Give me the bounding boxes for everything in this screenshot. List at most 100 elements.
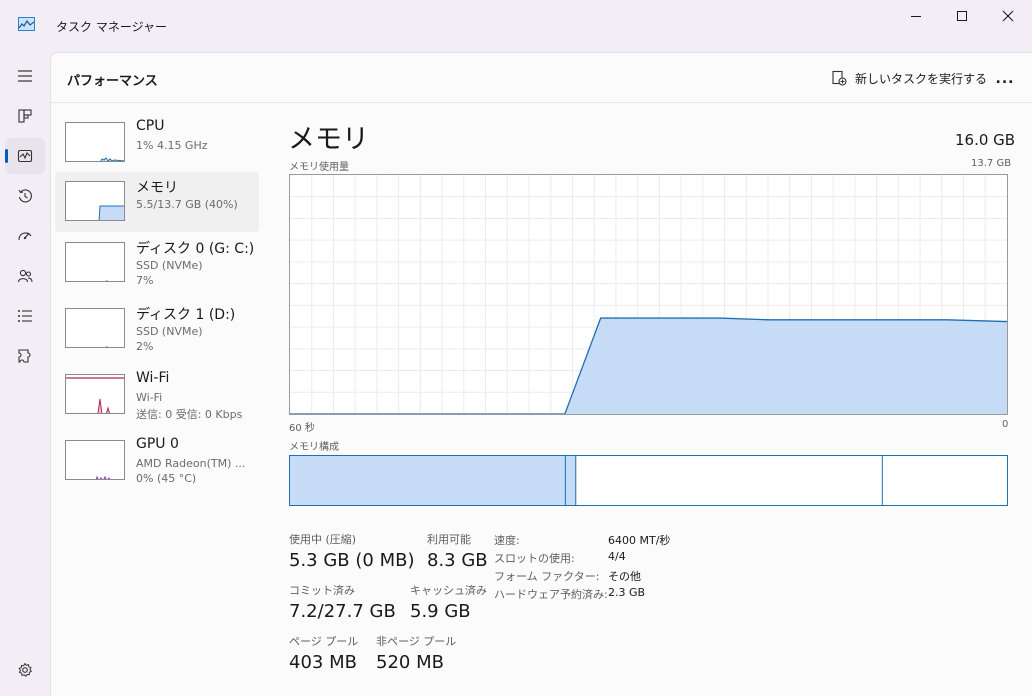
wifi-thumbnail xyxy=(65,374,125,414)
nav-startup-apps[interactable] xyxy=(5,218,45,254)
slots-key: スロットの使用: xyxy=(494,552,575,565)
disk-0-thumbnail xyxy=(65,242,125,282)
usage-graph-max: 13.7 GB xyxy=(971,158,1012,169)
close-icon xyxy=(1002,10,1014,22)
users-icon xyxy=(17,269,33,283)
memory-total: 16.0 GB xyxy=(955,131,1016,149)
hardware-reserved-value: 2.3 GB xyxy=(608,586,646,599)
memory-usage-chart xyxy=(289,175,1008,415)
in-use-label: 使用中 (圧縮) xyxy=(289,533,357,546)
resource-detail: 5.5/13.7 GB (40%) xyxy=(136,198,238,211)
resource-detail: Wi-Fi xyxy=(136,391,163,404)
resource-item-wifi[interactable]: Wi-Fi Wi-Fi 送信: 0 受信: 0 Kbps xyxy=(55,365,259,425)
nav-app-history[interactable] xyxy=(5,178,45,214)
settings-icon xyxy=(18,662,33,678)
speed-value: 6400 MT/秒 xyxy=(608,534,671,547)
nav-settings[interactable] xyxy=(5,652,45,688)
more-options-button[interactable]: ... xyxy=(991,65,1019,93)
new-task-icon xyxy=(832,70,847,86)
resource-detail: SSD (NVMe) xyxy=(136,325,203,338)
details-icon xyxy=(18,310,32,322)
in-use-value: 5.3 GB (0 MB) xyxy=(289,550,415,571)
resource-detail: AMD Radeon(TM) ... xyxy=(136,457,246,470)
available-label: 利用可能 xyxy=(427,533,471,546)
run-new-task-button[interactable]: 新しいタスクを実行する xyxy=(831,67,987,89)
nav-processes[interactable] xyxy=(5,98,45,134)
x-axis-left-label: 60 秒 xyxy=(289,423,315,434)
resource-detail: 7% xyxy=(136,274,154,287)
composition-free xyxy=(882,456,1007,505)
resource-item-cpu[interactable]: CPU 1% 4.15 GHz xyxy=(55,113,259,173)
cached-label: キャッシュ済み xyxy=(410,584,487,597)
services-icon xyxy=(18,349,31,363)
usage-graph-label: メモリ使用量 xyxy=(289,162,349,173)
form-factor-key: フォーム ファクター: xyxy=(494,570,600,583)
paged-pool-value: 403 MB xyxy=(289,652,357,673)
nav-details[interactable] xyxy=(5,298,45,334)
resource-item-gpu[interactable]: GPU 0 AMD Radeon(TM) ... 0% (45 °C) xyxy=(55,431,259,491)
form-factor-value: その他 xyxy=(608,570,641,583)
resource-name: メモリ xyxy=(136,180,178,196)
paged-pool-label: ページ プール xyxy=(289,635,359,648)
memory-title: メモリ xyxy=(288,124,369,155)
resource-name: ディスク 0 (G: C:) xyxy=(136,241,255,257)
window-title: タスク マネージャー xyxy=(56,20,167,34)
memory-usage-area xyxy=(290,318,1007,414)
nav-services[interactable] xyxy=(5,338,45,374)
run-new-task-label: 新しいタスクを実行する xyxy=(855,71,988,86)
resource-detail: 2% xyxy=(136,340,154,353)
composition-standby xyxy=(575,456,883,505)
navigation-rail xyxy=(0,52,50,696)
resource-detail: 送信: 0 受信: 0 Kbps xyxy=(136,408,243,421)
page-title: パフォーマンス xyxy=(67,74,158,89)
resource-item-memory[interactable]: メモリ 5.5/13.7 GB (40%) xyxy=(55,172,259,232)
hardware-reserved-key: ハードウェア予約済み: xyxy=(494,588,608,601)
resource-name: ディスク 1 (D:) xyxy=(136,307,236,323)
resource-item-disk-0[interactable]: ディスク 0 (G: C:) SSD (NVMe) 7% xyxy=(55,233,259,293)
nav-users[interactable] xyxy=(5,258,45,294)
resource-name: CPU xyxy=(136,118,165,134)
gpu-thumbnail xyxy=(65,440,125,480)
slots-value: 4/4 xyxy=(608,550,626,563)
nav-performance[interactable] xyxy=(5,138,45,174)
resource-detail: SSD (NVMe) xyxy=(136,259,203,272)
task-manager-icon xyxy=(18,16,35,31)
available-value: 8.3 GB xyxy=(427,550,488,571)
resource-name: GPU 0 xyxy=(136,436,179,452)
hamburger-menu-button[interactable] xyxy=(5,58,45,94)
resource-detail: 1% 4.15 GHz xyxy=(136,139,208,152)
nonpaged-pool-label: 非ページ プール xyxy=(376,635,457,648)
disk-1-thumbnail xyxy=(65,308,125,348)
composition-modified xyxy=(565,456,576,505)
startup-apps-icon xyxy=(18,232,32,241)
resource-item-disk-1[interactable]: ディスク 1 (D:) SSD (NVMe) 2% xyxy=(55,299,259,359)
x-axis-right-label: 0 xyxy=(1002,419,1009,430)
memory-composition-chart xyxy=(290,456,1007,505)
close-button[interactable] xyxy=(985,0,1031,32)
committed-value: 7.2/27.7 GB xyxy=(289,601,396,622)
committed-label: コミット済み xyxy=(289,584,355,597)
minimize-icon xyxy=(911,16,921,17)
composition-in-use xyxy=(290,456,566,505)
title-bar: タスク マネージャー xyxy=(0,0,1032,52)
resource-detail: 0% (45 °C) xyxy=(136,472,197,485)
memory-usage-graph xyxy=(289,174,1008,415)
content-header: パフォーマンス 新しいタスクを実行する ... xyxy=(51,53,1032,103)
processes-icon xyxy=(18,109,32,123)
speed-key: 速度: xyxy=(494,534,520,547)
resource-name: Wi-Fi xyxy=(136,370,170,386)
menu-icon xyxy=(18,70,32,82)
performance-icon xyxy=(17,149,33,163)
memory-composition-bar xyxy=(289,455,1008,506)
maximize-icon xyxy=(957,11,967,21)
app-history-icon xyxy=(18,189,32,203)
content-panel: パフォーマンス 新しいタスクを実行する ... CPU 1% 4.15 GHz … xyxy=(50,52,1032,696)
memory-thumbnail xyxy=(65,181,125,221)
minimize-button[interactable] xyxy=(893,0,939,32)
cached-value: 5.9 GB xyxy=(410,601,471,622)
maximize-button[interactable] xyxy=(939,0,985,32)
composition-label: メモリ構成 xyxy=(289,442,339,453)
more-options-icon: ... xyxy=(995,71,1015,87)
cpu-thumbnail xyxy=(65,122,125,162)
nonpaged-pool-value: 520 MB xyxy=(376,652,444,673)
